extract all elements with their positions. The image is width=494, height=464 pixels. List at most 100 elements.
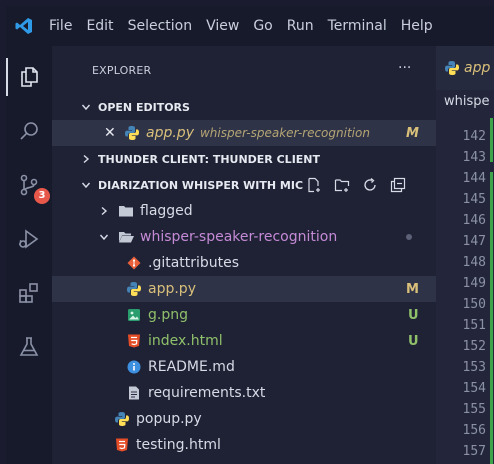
line-number: 146 <box>462 213 486 228</box>
python-file-icon <box>444 60 460 76</box>
file-g-png[interactable]: g.png U <box>52 302 494 328</box>
source-control-activity-button[interactable]: 3 <box>6 162 52 208</box>
line-number: 148 <box>462 255 486 270</box>
menu-help[interactable]: Help <box>394 6 440 46</box>
new-folder-icon[interactable] <box>334 177 350 196</box>
file-requirements-txt[interactable]: requirements.txt <box>52 380 494 406</box>
chevron-down-icon <box>80 101 92 113</box>
file-popup-label: popup.py <box>136 411 202 427</box>
line-number: 157 <box>462 444 486 459</box>
files-icon <box>21 67 38 87</box>
python-file-icon <box>114 411 130 427</box>
file-app-py-label: app.py <box>148 281 196 297</box>
text-file-icon <box>126 385 142 401</box>
image-file-icon <box>126 307 142 323</box>
git-icon <box>126 255 142 271</box>
open-editors-section[interactable]: OPEN EDITORS <box>52 94 464 120</box>
close-icon[interactable]: ✕ <box>104 125 120 141</box>
file-app-py[interactable]: app.py M <box>52 276 494 302</box>
info-icon <box>126 359 142 375</box>
open-editor-description: whisper-speaker-recognition <box>199 126 370 140</box>
explorer-sidebar: EXPLORER ··· OPEN EDITORS ✕ app.py whisp… <box>52 46 494 464</box>
line-number: 144 <box>462 171 486 186</box>
menu-selection[interactable]: Selection <box>121 6 200 46</box>
refresh-icon[interactable] <box>362 177 378 196</box>
flask-icon <box>19 337 39 356</box>
line-number: 142 <box>462 129 486 144</box>
folder-icon <box>118 203 134 219</box>
workspace-label: DIARIZATION WHISPER WITH MIC <box>98 178 304 192</box>
file-index-html-label: index.html <box>148 333 223 349</box>
menu-go[interactable]: Go <box>246 6 279 46</box>
explorer-activity-button[interactable] <box>6 54 52 100</box>
file-popup-py[interactable]: popup.py <box>52 406 494 432</box>
line-number: 149 <box>462 276 486 291</box>
run-debug-activity-button[interactable] <box>6 216 52 262</box>
editor-tab-app-py[interactable]: app <box>436 46 494 90</box>
file-g-png-label: g.png <box>148 307 188 323</box>
explorer-header: EXPLORER ··· <box>52 46 436 90</box>
menu-file[interactable]: File <box>42 6 79 46</box>
file-testing-label: testing.html <box>136 437 221 453</box>
explorer-title: EXPLORER <box>92 64 152 77</box>
extensions-activity-button[interactable] <box>6 270 52 316</box>
new-file-icon[interactable] <box>306 177 322 196</box>
breadcrumb[interactable]: whispe <box>436 90 494 114</box>
testing-activity-button[interactable] <box>6 324 52 370</box>
chevron-down-icon <box>80 179 92 191</box>
chevron-down-icon <box>98 231 110 243</box>
thunder-client-label: THUNDER CLIENT: THUNDER CLIENT <box>98 152 321 166</box>
line-number: 154 <box>462 381 486 396</box>
editor-tab-label: app <box>464 60 491 76</box>
workspace-section[interactable]: DIARIZATION WHISPER WITH MIC <box>52 172 464 198</box>
line-number: 147 <box>462 234 486 249</box>
file-readme-md[interactable]: README.md <box>52 354 494 380</box>
line-number: 143 <box>462 150 486 165</box>
html-file-icon <box>114 437 130 453</box>
file-readme-label: README.md <box>148 359 235 375</box>
collapse-all-icon[interactable] <box>390 177 406 196</box>
vscode-logo-icon[interactable] <box>6 6 42 46</box>
html-file-icon <box>126 333 142 349</box>
more-actions-button[interactable]: ··· <box>398 60 411 76</box>
folder-flagged[interactable]: flagged <box>52 198 482 224</box>
folder-whisper-speaker-recognition[interactable]: whisper-speaker-recognition <box>52 224 482 250</box>
search-icon <box>20 122 38 140</box>
file-requirements-label: requirements.txt <box>148 385 266 401</box>
line-number: 156 <box>462 423 486 438</box>
folder-flagged-label: flagged <box>140 203 193 219</box>
file-testing-html[interactable]: testing.html <box>52 432 494 458</box>
vscode-window: File Edit Selection View Go Run Terminal… <box>6 6 494 464</box>
activity-bar: 3 <box>6 46 52 464</box>
extensions-icon <box>19 283 38 303</box>
open-editors-label: OPEN EDITORS <box>98 100 190 114</box>
search-activity-button[interactable] <box>6 108 52 154</box>
thunder-client-section[interactable]: THUNDER CLIENT: THUNDER CLIENT <box>52 146 464 172</box>
menu-run[interactable]: Run <box>280 6 321 46</box>
python-file-icon <box>126 281 142 297</box>
run-debug-icon <box>19 229 39 249</box>
file-gitattributes-label: .gitattributes <box>148 255 240 271</box>
line-number: 155 <box>462 402 486 417</box>
menu-edit[interactable]: Edit <box>79 6 120 46</box>
source-control-badge: 3 <box>34 188 50 204</box>
line-number: 152 <box>462 339 486 354</box>
modified-dot <box>406 234 412 240</box>
file-g-png-status: U <box>408 307 419 323</box>
file-index-html-status: U <box>408 333 419 349</box>
editor-area: app whispe 142 143 144 145 146 147 148 1… <box>436 46 494 464</box>
menu-view[interactable]: View <box>199 6 246 46</box>
gutter-change-marker <box>490 172 493 464</box>
line-number: 151 <box>462 318 486 333</box>
gutter-change-marker <box>490 118 493 162</box>
open-editor-item[interactable]: ✕ app.py whisper-speaker-recognition M <box>52 120 488 146</box>
open-editor-filename: app.py <box>146 125 194 141</box>
chevron-right-icon <box>98 205 110 217</box>
menu-terminal[interactable]: Terminal <box>321 6 394 46</box>
file-gitattributes[interactable]: .gitattributes <box>52 250 494 276</box>
file-index-html[interactable]: index.html U <box>52 328 494 354</box>
folder-whisper-label: whisper-speaker-recognition <box>140 229 338 245</box>
chevron-right-icon <box>80 153 92 165</box>
folder-open-icon <box>118 229 134 245</box>
line-number: 153 <box>462 360 486 375</box>
